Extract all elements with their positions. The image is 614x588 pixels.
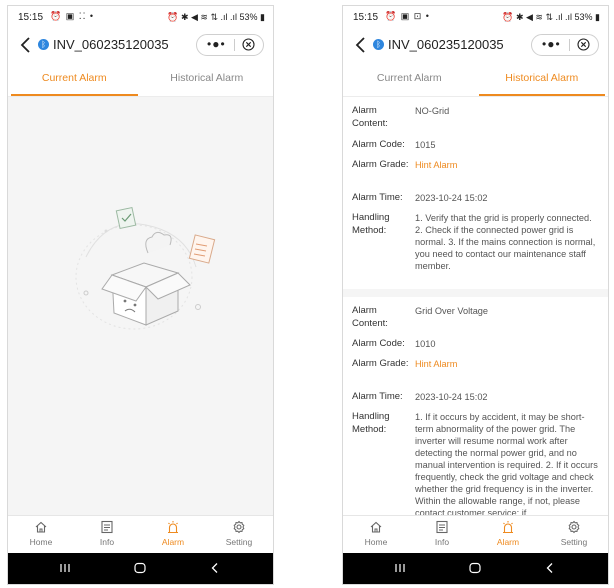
- title-bar: ᛒ INV_060235120035 •●•: [343, 28, 608, 62]
- alarm-code-label: Alarm Code:: [352, 338, 405, 349]
- nav-setting-label: Setting: [225, 537, 253, 547]
- status-bar: 15:15 ⏰ ▣ ⁚⁚ • ⏰ ✱ ◀ ≋ ⇅ .ıl .ıl 53% ▮: [8, 6, 273, 28]
- status-notification-icons: ⏰ ▣ ⊡ •: [385, 11, 430, 21]
- alarm-icon: [168, 521, 178, 534]
- empty-box-icon: [75, 206, 216, 330]
- system-navigation-bar: [8, 553, 273, 584]
- bottom-navigation: Home Info Alarm Setting: [343, 515, 608, 554]
- alarm-code-value: 1010: [415, 339, 436, 349]
- alarm-history-list: Alarm Content: NO-Grid Alarm Code: 1015 …: [343, 97, 608, 515]
- tab-historical-alarm[interactable]: Historical Alarm: [141, 62, 274, 96]
- more-icon[interactable]: •●•: [542, 37, 561, 51]
- alarm-time-label: Alarm Time:: [352, 391, 403, 402]
- alarm-content-label: Alarm Content:: [352, 305, 388, 329]
- nav-alarm[interactable]: Alarm: [475, 516, 541, 554]
- status-time: 15:15: [18, 12, 44, 23]
- nav-info[interactable]: Info: [74, 516, 140, 554]
- device-name: INV_060235120035: [388, 37, 504, 52]
- nav-setting-label: Setting: [560, 537, 588, 547]
- home-button-icon[interactable]: [468, 561, 482, 575]
- tab-current-alarm[interactable]: Current Alarm: [8, 62, 141, 96]
- nav-alarm[interactable]: Alarm: [140, 516, 206, 554]
- mini-program-capsule: •●•: [531, 34, 599, 56]
- system-navigation-bar: [343, 553, 608, 584]
- close-icon[interactable]: [242, 38, 255, 51]
- status-notification-icons: ⏰ ▣ ⁚⁚ •: [50, 11, 95, 21]
- nav-home[interactable]: Home: [343, 516, 409, 554]
- home-icon: [35, 521, 47, 533]
- status-bar: 15:15 ⏰ ▣ ⊡ • ⏰ ✱ ◀ ≋ ⇅ .ıl .ıl 53% ▮: [343, 6, 608, 28]
- phone-screen-historical-alarm: 15:15 ⏰ ▣ ⊡ • ⏰ ✱ ◀ ≋ ⇅ .ıl .ıl 53% ▮ ᛒ …: [342, 5, 609, 585]
- alarm-code-label: Alarm Code:: [352, 139, 405, 150]
- phone-screen-current-alarm: 15:15 ⏰ ▣ ⁚⁚ • ⏰ ✱ ◀ ≋ ⇅ .ıl .ıl 53% ▮ ᛒ…: [7, 5, 274, 585]
- info-icon: [101, 520, 113, 534]
- alarm-content-value: Grid Over Voltage: [415, 306, 489, 316]
- capsule-divider: [234, 39, 235, 51]
- back-arrow-icon[interactable]: [353, 36, 369, 54]
- nav-home-label: Home: [364, 537, 388, 547]
- home-icon: [370, 521, 382, 533]
- alarm-grade-label: Alarm Grade:: [352, 159, 409, 170]
- device-name: INV_060235120035: [53, 37, 169, 52]
- close-icon[interactable]: [577, 38, 590, 51]
- status-system-icons: ⏰ ✱ ◀ ≋ ⇅ .ıl .ıl 53% ▮: [167, 12, 265, 22]
- alarm-content-value: NO-Grid: [415, 106, 450, 116]
- nav-info-label: Info: [99, 537, 115, 547]
- alarm-grade-label: Alarm Grade:: [352, 358, 409, 369]
- handling-method-label: Handling Method:: [352, 411, 390, 435]
- gear-icon: [568, 520, 580, 534]
- alarm-tabs: Current Alarm Historical Alarm: [8, 62, 273, 97]
- title-bar: ᛒ INV_060235120035 •●•: [8, 28, 273, 62]
- alarm-time-value: 2023-10-24 15:02: [415, 193, 488, 203]
- tab-historical-alarm[interactable]: Historical Alarm: [476, 62, 609, 96]
- nav-setting[interactable]: Setting: [541, 516, 607, 554]
- bottom-navigation: Home Info Alarm Setting: [8, 515, 273, 554]
- alarm-icon: [503, 521, 513, 534]
- handling-method-value: 1. Verify that the grid is properly conn…: [415, 213, 596, 271]
- mini-program-capsule: •●•: [196, 34, 264, 56]
- alarm-time-value: 2023-10-24 15:02: [415, 392, 488, 402]
- bluetooth-icon: ᛒ: [373, 39, 384, 50]
- tab-current-alarm[interactable]: Current Alarm: [343, 62, 476, 96]
- alarm-content-label: Alarm Content:: [352, 105, 388, 129]
- capsule-divider: [569, 39, 570, 51]
- alarm-card: Alarm Content: Grid Over Voltage Alarm C…: [343, 297, 608, 515]
- more-icon[interactable]: •●•: [207, 37, 226, 51]
- back-button-icon[interactable]: [543, 561, 557, 575]
- nav-alarm-label: Alarm: [496, 537, 520, 547]
- recent-apps-icon[interactable]: [393, 561, 407, 575]
- home-button-icon[interactable]: [133, 561, 147, 575]
- empty-state-area: [8, 97, 273, 515]
- back-arrow-icon[interactable]: [18, 36, 34, 54]
- nav-info[interactable]: Info: [409, 516, 475, 554]
- handling-method-value: 1. If it occurs by accident, it may be s…: [415, 412, 598, 515]
- nav-alarm-label: Alarm: [161, 537, 185, 547]
- alarm-time-label: Alarm Time:: [352, 192, 403, 203]
- nav-info-label: Info: [434, 537, 450, 547]
- status-system-icons: ⏰ ✱ ◀ ≋ ⇅ .ıl .ıl 53% ▮: [502, 12, 600, 22]
- back-button-icon[interactable]: [208, 561, 222, 575]
- info-icon: [436, 520, 448, 534]
- alarm-grade-value: Hint Alarm: [415, 160, 458, 170]
- status-time: 15:15: [353, 12, 379, 23]
- gear-icon: [233, 520, 245, 534]
- alarm-grade-value: Hint Alarm: [415, 359, 458, 369]
- bluetooth-icon: ᛒ: [38, 39, 49, 50]
- nav-setting[interactable]: Setting: [206, 516, 272, 554]
- alarm-card: Alarm Content: NO-Grid Alarm Code: 1015 …: [343, 97, 608, 289]
- alarm-code-value: 1015: [415, 140, 436, 150]
- nav-home-label: Home: [29, 537, 53, 547]
- handling-method-label: Handling Method:: [352, 212, 390, 236]
- nav-home[interactable]: Home: [8, 516, 74, 554]
- alarm-tabs: Current Alarm Historical Alarm: [343, 62, 608, 97]
- recent-apps-icon[interactable]: [58, 561, 72, 575]
